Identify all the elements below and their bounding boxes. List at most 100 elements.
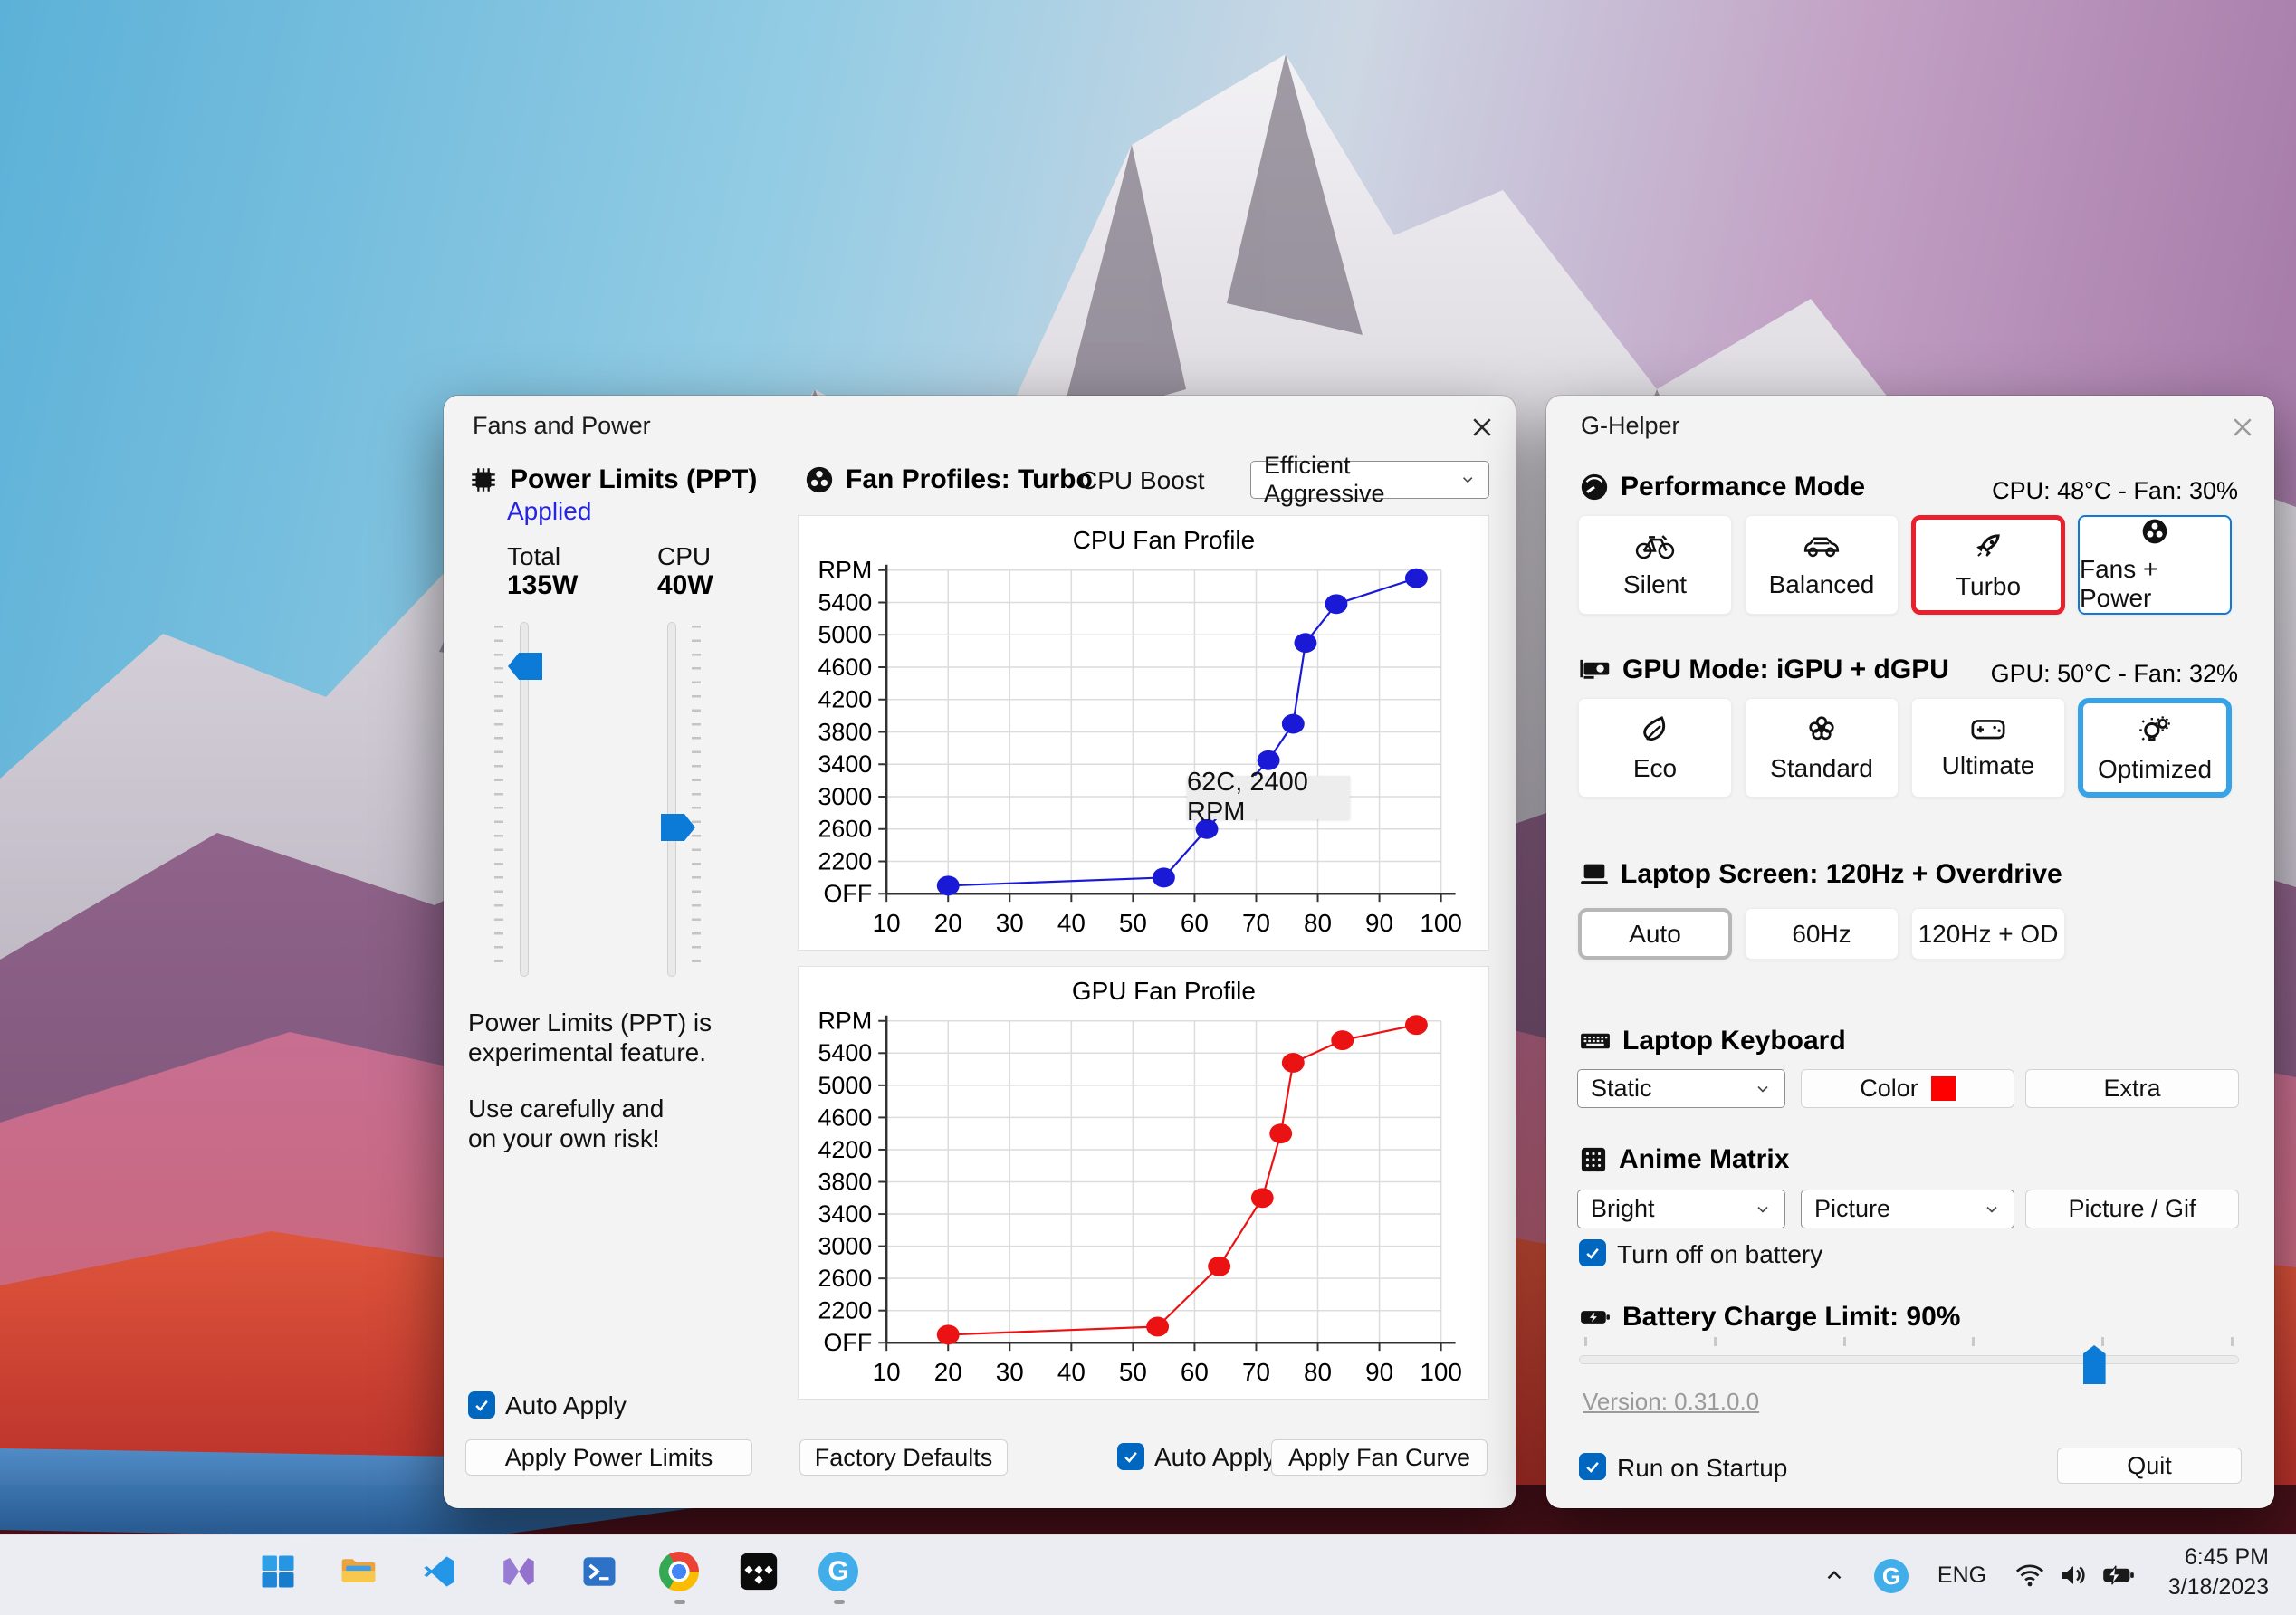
flower-icon: [1809, 716, 1834, 741]
auto-apply-fan-checkbox[interactable]: [1117, 1443, 1144, 1470]
cpu-boost-dropdown[interactable]: Efficient Aggressive: [1250, 452, 1489, 507]
check-icon: [1586, 1248, 1599, 1259]
language-indicator[interactable]: ENG: [1932, 1559, 1992, 1591]
slider-track[interactable]: [1579, 1355, 2239, 1364]
clock[interactable]: 6:45 PM 3/18/2023: [2168, 1543, 2269, 1602]
vscode-button[interactable]: [414, 1546, 464, 1597]
anime-matrix-heading-label: Anime Matrix: [1619, 1144, 1790, 1174]
cpu-boost-value: Efficient Aggressive: [1264, 452, 1385, 507]
gpu-card-icon: [1580, 659, 1610, 679]
cpu-fan-chart[interactable]: OFF 2200 2600 3000 3400 3800 4200 4600 5000 5400 R…: [799, 516, 1488, 950]
slider-track[interactable]: [667, 622, 676, 977]
svg-text:10: 10: [873, 909, 901, 937]
matrix-mode-dropdown[interactable]: Picture: [1801, 1190, 2014, 1228]
gpu-fan-chart[interactable]: OFF 2200 2600 3000 3400 3800 4200 4600 5000 5400 R…: [799, 967, 1488, 1399]
tidal-button[interactable]: [733, 1546, 784, 1597]
cpu-label: CPU: [657, 542, 712, 570]
visual-studio-icon: [503, 1558, 534, 1585]
apply-fan-curve-button[interactable]: Apply Fan Curve: [1271, 1439, 1488, 1476]
svg-text:50: 50: [1119, 1358, 1147, 1386]
battery-charging-icon: [2103, 1565, 2134, 1585]
mode-button-fans-power[interactable]: Fans + Power: [2078, 515, 2232, 615]
power-limits-heading-label: Power Limits (PPT): [510, 464, 758, 494]
svg-text:40: 40: [1057, 909, 1086, 937]
mode-button-balanced[interactable]: Balanced: [1745, 515, 1899, 615]
chrome-button[interactable]: [654, 1546, 704, 1604]
cpu-power-slider[interactable]: [643, 622, 701, 977]
gpu-button-ultimate[interactable]: Ultimate: [1911, 698, 2065, 798]
wifi-icon: [2015, 1564, 2044, 1587]
file-explorer-button[interactable]: [333, 1546, 384, 1597]
color-swatch: [1930, 1076, 1956, 1101]
apply-power-limits-button[interactable]: Apply Power Limits: [465, 1439, 752, 1476]
svg-text:40: 40: [1057, 1358, 1086, 1386]
start-button[interactable]: [253, 1546, 303, 1597]
matrix-brightness-dropdown[interactable]: Bright: [1577, 1190, 1785, 1228]
volume-tray-button[interactable]: [2053, 1557, 2093, 1593]
bicycle-icon: [1635, 535, 1675, 559]
g-helper-icon: G: [818, 1552, 858, 1591]
mode-button-silent[interactable]: Silent: [1578, 515, 1732, 615]
file-explorer-icon: [341, 1559, 376, 1582]
g-helper-tray-button[interactable]: G: [1872, 1557, 1910, 1595]
screen-button-label: Auto: [1629, 919, 1681, 948]
keyboard-mode-dropdown[interactable]: Static: [1577, 1069, 1785, 1108]
total-slider-thumb[interactable]: [508, 653, 542, 680]
total-power-slider[interactable]: [494, 622, 552, 977]
gpu-mode-heading-label: GPU Mode: iGPU + dGPU: [1622, 655, 1949, 684]
gpu-button-optimized[interactable]: Optimized: [2078, 698, 2232, 798]
battery-tray-button[interactable]: [2097, 1557, 2140, 1593]
powershell-icon: [583, 1557, 616, 1586]
mode-button-label: Balanced: [1768, 570, 1875, 598]
fan-profiles-heading-label: Fan Profiles: Turbo: [846, 464, 1093, 494]
screen-button-auto[interactable]: Auto: [1578, 908, 1732, 960]
screen-button-120hz-od[interactable]: 120Hz + OD: [1911, 908, 2065, 960]
battery-charge-limit-heading: Battery Charge Limit: 90%: [1579, 1302, 1960, 1333]
svg-text:10: 10: [873, 1358, 901, 1386]
svg-text:2200: 2200: [818, 847, 872, 874]
battery-slider-thumb[interactable]: [2082, 1345, 2106, 1384]
mode-button-label: Silent: [1622, 570, 1688, 598]
windows-logo-icon: [262, 1555, 294, 1588]
chevron-down-icon: [1986, 1206, 1997, 1213]
version-link[interactable]: Version: 0.31.0.0: [1583, 1388, 1759, 1416]
g-helper-button[interactable]: G: [813, 1546, 864, 1604]
g-badge: G: [1881, 1562, 1901, 1590]
close-button[interactable]: [1461, 408, 1503, 446]
run-on-startup-checkbox[interactable]: [1579, 1453, 1606, 1480]
performance-mode-heading: Performance Mode: [1579, 472, 1865, 502]
keyboard-color-button[interactable]: Color: [1801, 1069, 2014, 1108]
chevron-down-icon: [1462, 477, 1472, 483]
tray-chevron-button[interactable]: [1816, 1559, 1852, 1591]
factory-defaults-button[interactable]: Factory Defaults: [799, 1439, 1008, 1476]
cpu-slider-thumb[interactable]: [661, 814, 695, 841]
gpu-button-standard[interactable]: Standard: [1745, 698, 1899, 798]
screen-button-60hz[interactable]: 60Hz: [1745, 908, 1899, 960]
svg-text:3000: 3000: [818, 1233, 872, 1260]
svg-text:5000: 5000: [818, 1072, 872, 1099]
gpu-button-eco[interactable]: Eco: [1578, 698, 1732, 798]
chevron-up-icon: [1827, 1571, 1842, 1580]
svg-text:90: 90: [1365, 1358, 1393, 1386]
gpu-button-label: Standard: [1770, 754, 1873, 782]
svg-text:30: 30: [996, 1358, 1024, 1386]
rocket-icon: [1976, 534, 2000, 557]
close-button[interactable]: [2222, 408, 2263, 446]
keyboard-extra-button[interactable]: Extra: [2025, 1069, 2239, 1108]
svg-text:4200: 4200: [818, 686, 872, 713]
running-indicator: [674, 1600, 685, 1604]
auto-apply-power-checkbox[interactable]: [468, 1391, 495, 1419]
battery-limit-slider[interactable]: [1579, 1337, 2239, 1384]
svg-text:20: 20: [934, 1358, 962, 1386]
quit-button[interactable]: Quit: [2057, 1448, 2242, 1484]
turn-off-on-battery-checkbox[interactable]: [1579, 1239, 1606, 1266]
matrix-picture-gif-button[interactable]: Picture / Gif: [2025, 1190, 2239, 1228]
svg-text:OFF: OFF: [824, 880, 873, 907]
warning-text: Power Limits (PPT) is experimental featu…: [468, 1008, 712, 1153]
svg-text:20: 20: [934, 909, 962, 937]
wifi-tray-button[interactable]: [2010, 1557, 2050, 1593]
mode-button-turbo[interactable]: Turbo: [1911, 515, 2065, 615]
language-label: ENG: [1937, 1562, 1987, 1588]
visual-studio-button[interactable]: [493, 1546, 544, 1597]
powershell-button[interactable]: [574, 1546, 625, 1597]
